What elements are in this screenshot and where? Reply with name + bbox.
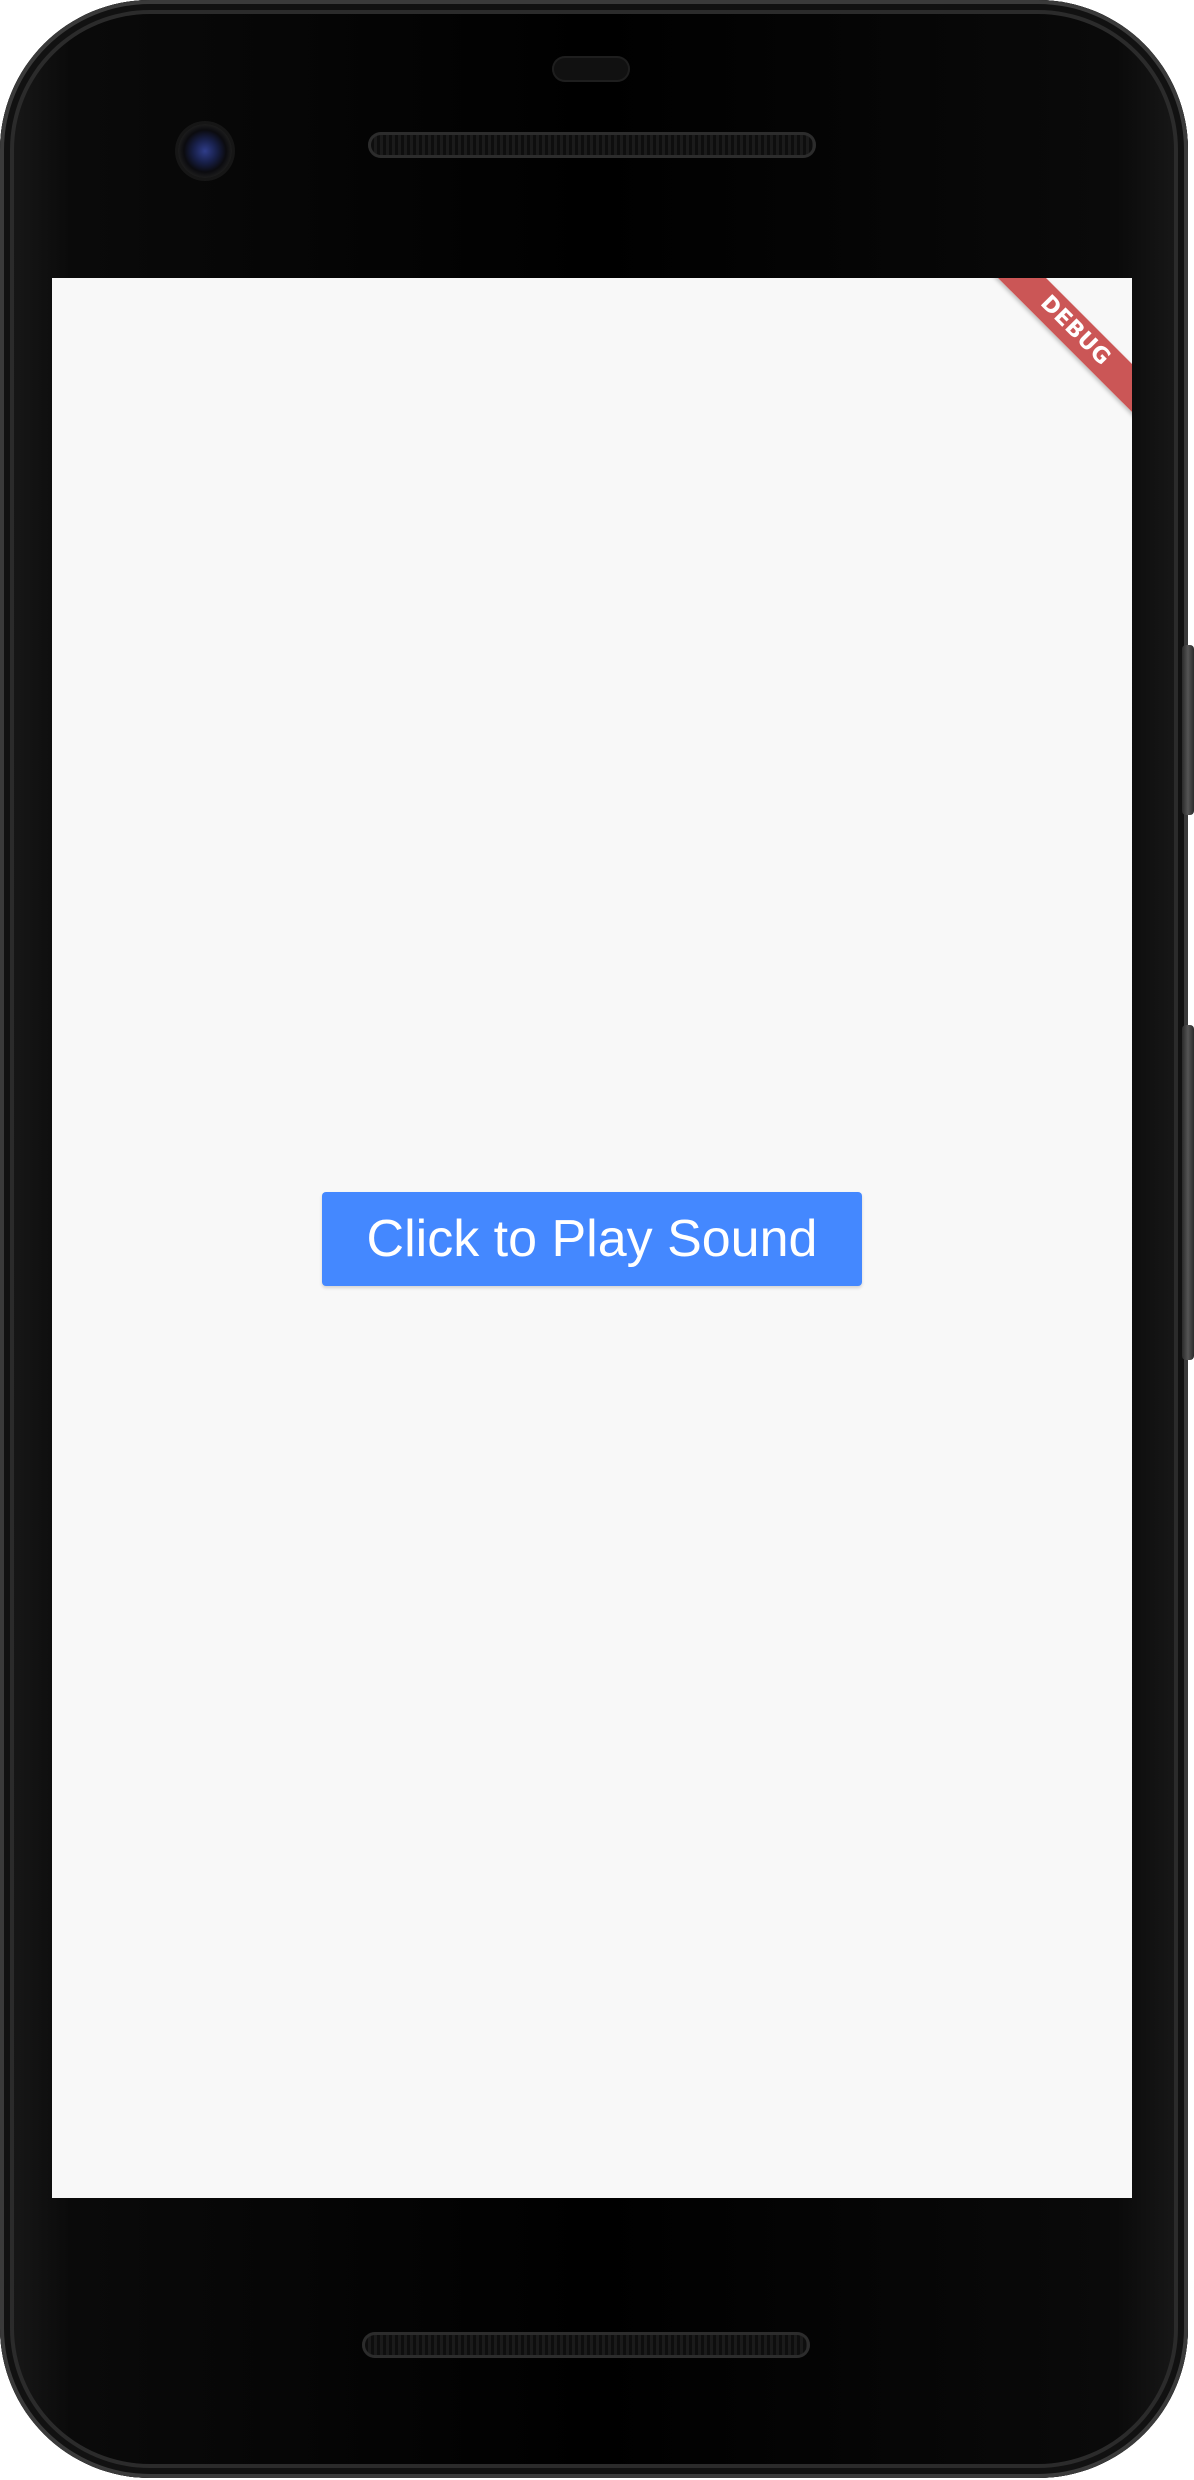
phone-frame: DEBUG Click to Play Sound [0, 0, 1194, 2478]
proximity-sensor [552, 56, 630, 82]
top-speaker-grille [368, 132, 816, 158]
app-screen: DEBUG Click to Play Sound [52, 278, 1132, 2198]
front-camera-icon [178, 124, 232, 178]
bottom-speaker-grille [362, 2332, 810, 2358]
debug-banner: DEBUG [981, 278, 1132, 425]
power-button[interactable] [1182, 645, 1194, 815]
play-sound-button[interactable]: Click to Play Sound [322, 1192, 862, 1286]
volume-rocker[interactable] [1182, 1025, 1194, 1360]
